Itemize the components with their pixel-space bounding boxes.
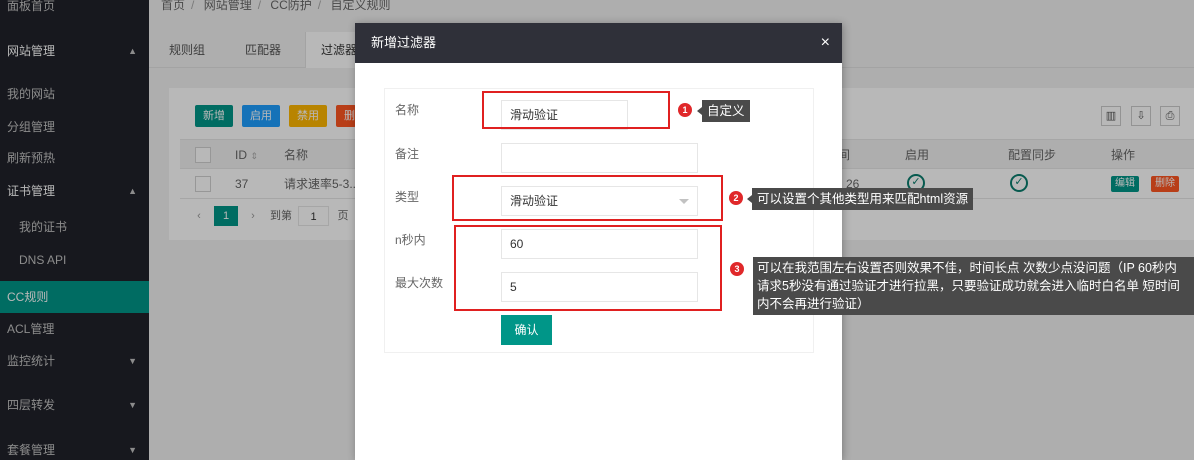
annotation-badge-2: 2	[729, 191, 743, 205]
seconds-label: n秒内	[395, 233, 426, 247]
annotation-badge-3: 3	[730, 262, 744, 276]
sidebar-overlay	[0, 0, 149, 460]
annotation-tip-2: 可以设置个其他类型用来匹配html资源	[746, 188, 974, 210]
annotation-tip-3-line: 可以在我范围左右设置否则效果不佳，时间长点 次数少点没问题（IP 60秒内	[757, 261, 1177, 275]
annotation-badge-1: 1	[678, 103, 692, 117]
type-label: 类型	[395, 190, 420, 204]
close-icon[interactable]: ×	[821, 23, 830, 63]
annotation-tip-3-line: 内不会再进行验证）	[757, 297, 870, 311]
remark-label: 备注	[395, 147, 420, 161]
annotation-box-2	[452, 175, 723, 221]
annotation-tip-3: 可以在我范围左右设置否则效果不佳，时间长点 次数少点没问题（IP 60秒内 请求…	[753, 257, 1194, 315]
remark-input[interactable]	[501, 143, 698, 173]
confirm-button[interactable]: 确认	[501, 315, 552, 345]
max-count-label: 最大次数	[395, 276, 444, 290]
name-label: 名称	[395, 103, 420, 117]
modal-title: 新增过滤器	[355, 23, 842, 63]
annotation-box-1	[482, 91, 670, 129]
annotation-box-3	[454, 225, 722, 311]
annotation-tip-1: 自定义	[697, 100, 750, 122]
annotation-tip-3-line: 请求5秒没有通过验证才进行拉黑，只要验证成功就会进入临时白名单 短时间	[757, 279, 1180, 293]
